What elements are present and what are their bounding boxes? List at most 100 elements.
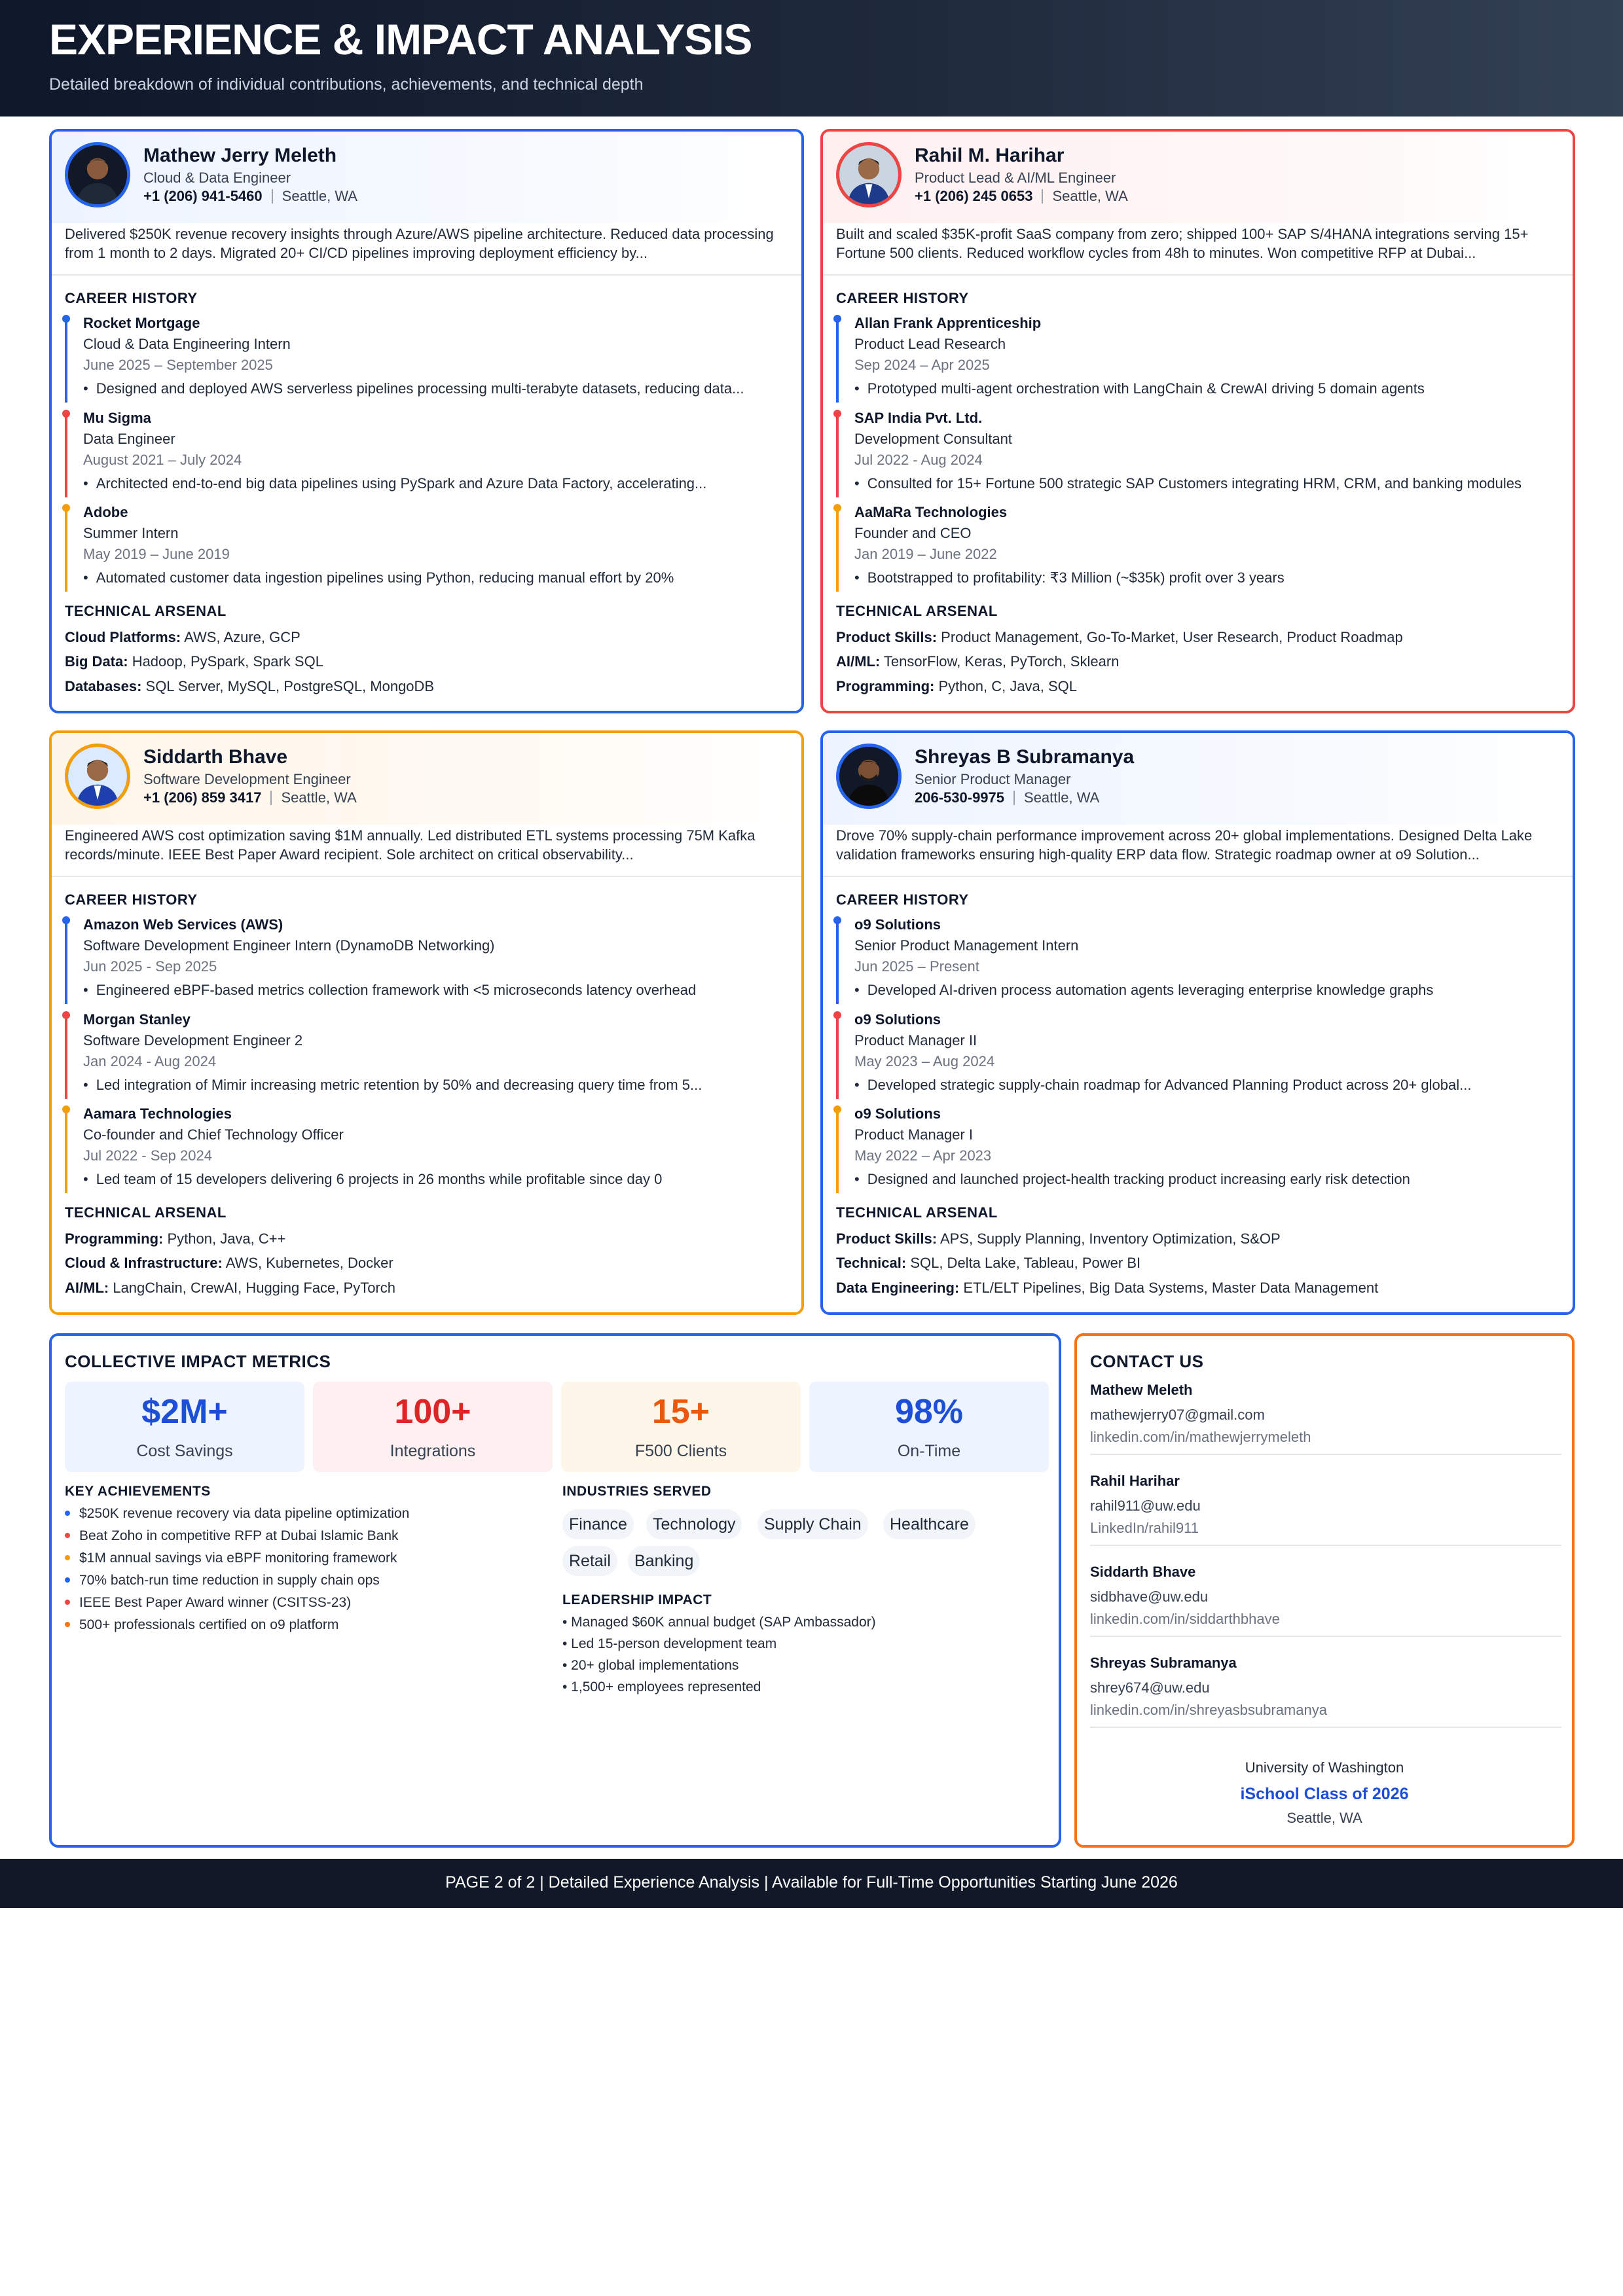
metric-label: F500 Clients (634, 1442, 727, 1460)
job-company: Aamara Technologies (83, 1105, 232, 1122)
skill-row: Cloud Platforms: AWS, Azure, GCP (65, 629, 301, 646)
skill-value: Hadoop, PySpark, Spark SQL (132, 653, 323, 670)
leadership-item: • 20+ global implementations (562, 1658, 739, 1673)
skill-label: Technical: (836, 1255, 907, 1271)
job-entry: AaMaRa Technologies Founder and CEO Jan 20… (833, 504, 1563, 596)
skill-row: Programming: Python, Java, C++ (65, 1230, 285, 1247)
skill-label: Databases: (65, 678, 142, 694)
profile-card: Mathew Jerry Meleth Cloud & Data Enginee… (49, 129, 804, 713)
skill-label: Product Skills: (836, 629, 938, 645)
footer-text: PAGE 2 of 2 | Detailed Experience Analys… (445, 1873, 1178, 1892)
job-dates: May 2022 – Apr 2023 (854, 1147, 992, 1164)
contact-email[interactable]: mathewjerry07@gmail.com (1090, 1407, 1265, 1424)
job-title: Software Development Engineer Intern (Dy… (83, 937, 495, 954)
achievement-text: 70% batch-run time reduction in supply c… (79, 1573, 380, 1588)
job-company: Adobe (83, 504, 128, 520)
job-bullet: Developed strategic supply-chain roadmap… (854, 1077, 1561, 1094)
career-history-heading: CAREER HISTORY (65, 891, 198, 908)
job-company: Amazon Web Services (AWS) (83, 916, 283, 933)
divider (1090, 1727, 1561, 1728)
profile-role: Software Development Engineer (143, 771, 351, 787)
skill-row: Product Skills: APS, Supply Planning, In… (836, 1230, 1281, 1247)
university-name: University of Washington (1245, 1759, 1404, 1776)
page-header: EXPERIENCE & IMPACT ANALYSIS Detailed br… (0, 0, 1623, 117)
contact-linkedin[interactable]: linkedin.com/in/siddarthbhave (1090, 1611, 1280, 1628)
contact-linkedin[interactable]: linkedin.com/in/shreyasbsubramanya (1090, 1702, 1327, 1719)
achievement-text: 500+ professionals certified on o9 platf… (79, 1617, 339, 1632)
contact-panel: CONTACT US Mathew Meleth mathewjerry07@gm… (1074, 1333, 1575, 1848)
metric-value: 98% (894, 1393, 964, 1431)
skill-label: Big Data: (65, 653, 128, 670)
leadership-item: • Managed $60K annual budget (SAP Ambass… (562, 1615, 876, 1630)
contact-linkedin[interactable]: linkedin.com/in/mathewjerrymeleth (1090, 1429, 1311, 1446)
profile-card: Rahil M. Harihar Product Lead & AI/ML En… (820, 129, 1575, 713)
job-entry: Allan Frank Apprenticeship Product Lead R… (833, 315, 1563, 406)
key-achievements-heading: KEY ACHIEVEMENTS (65, 1484, 211, 1499)
industry-chip: Technology (646, 1509, 742, 1539)
skill-label: Data Engineering: (836, 1280, 960, 1296)
divider (823, 876, 1573, 877)
contact-email[interactable]: shrey674@uw.edu (1090, 1679, 1210, 1696)
skill-label: Programming: (65, 1230, 164, 1247)
skill-label: AI/ML: (65, 1280, 109, 1296)
career-history-heading: CAREER HISTORY (65, 290, 198, 306)
achievement-item: $250K revenue recovery via data pipeline… (65, 1506, 409, 1522)
metric-card: 15+ F500 Clients (561, 1382, 801, 1472)
skill-row: Product Skills: Product Management, Go-T… (836, 629, 1403, 646)
job-bullet: Consulted for 15+ Fortune 500 strategic … (854, 475, 1561, 492)
job-bullet: Engineered eBPF-based metrics collection… (83, 982, 790, 999)
industry-chip: Finance (562, 1509, 634, 1539)
skill-value: ETL/ELT Pipelines, Big Data Systems, Mas… (963, 1280, 1379, 1296)
job-company: Mu Sigma (83, 410, 151, 426)
avatar (836, 744, 902, 809)
skill-label: AI/ML: (836, 653, 881, 670)
industry-chip: Healthcare (883, 1509, 976, 1539)
separator (271, 189, 273, 204)
job-entry: Mu Sigma Data Engineer August 2021 – July … (62, 410, 792, 501)
job-title: Founder and CEO (854, 525, 972, 541)
contact-linkedin[interactable]: LinkedIn/rahil911 (1090, 1520, 1199, 1537)
metric-card: 98% On-Time (809, 1382, 1049, 1472)
job-dates: Jan 2019 – June 2022 (854, 546, 997, 562)
skill-label: Programming: (836, 678, 935, 694)
profile-role: Senior Product Manager (915, 771, 1071, 787)
job-title: Cloud & Data Engineering Intern (83, 336, 291, 352)
job-dates: Jan 2024 - Aug 2024 (83, 1053, 217, 1069)
achievement-text: Beat Zoho in competitive RFP at Dubai Is… (79, 1528, 399, 1543)
job-title: Product Lead Research (854, 336, 1006, 352)
achievement-item: Beat Zoho in competitive RFP at Dubai Is… (65, 1528, 399, 1544)
separator (270, 791, 272, 805)
industry-chip: Retail (562, 1546, 617, 1576)
contact-email[interactable]: rahil911@uw.edu (1090, 1498, 1201, 1515)
avatar (65, 142, 130, 207)
job-company: Rocket Mortgage (83, 315, 200, 331)
job-entry: o9 Solutions Product Manager II May 2023 –… (833, 1011, 1563, 1103)
job-company: SAP India Pvt. Ltd. (854, 410, 983, 426)
contact-email[interactable]: sidbhave@uw.edu (1090, 1588, 1208, 1605)
skill-value: AWS, Kubernetes, Docker (225, 1255, 393, 1271)
metric-card: $2M+ Cost Savings (65, 1382, 304, 1472)
skill-row: AI/ML: LangChain, CrewAI, Hugging Face, … (65, 1280, 395, 1297)
job-title: Software Development Engineer 2 (83, 1032, 303, 1049)
contact-heading: CONTACT US (1090, 1352, 1204, 1371)
skill-value: LangChain, CrewAI, Hugging Face, PyTorch (113, 1280, 395, 1296)
bullet-dot (65, 1622, 70, 1627)
avatar (836, 142, 902, 207)
industry-chip: Supply Chain (757, 1509, 868, 1539)
job-entry: o9 Solutions Senior Product Management In… (833, 916, 1563, 1008)
profile-phone: +1 (206) 245 0653 (915, 188, 1033, 204)
profile-name: Siddarth Bhave (143, 746, 288, 768)
job-dates: May 2023 – Aug 2024 (854, 1053, 995, 1069)
job-dates: Sep 2024 – Apr 2025 (854, 357, 990, 373)
job-title: Development Consultant (854, 431, 1012, 447)
metric-label: Cost Savings (136, 1442, 233, 1460)
leadership-item: • Led 15-person development team (562, 1636, 777, 1651)
industry-chip: Banking (628, 1546, 701, 1576)
job-company: AaMaRa Technologies (854, 504, 1008, 520)
divider (1090, 1454, 1561, 1455)
skill-value: AWS, Azure, GCP (184, 629, 301, 645)
achievement-item: IEEE Best Paper Award winner (CSITSS-23) (65, 1595, 351, 1611)
job-entry: Amazon Web Services (AWS) Software Develo… (62, 916, 792, 1008)
job-company: o9 Solutions (854, 1011, 941, 1028)
job-dates: June 2025 – September 2025 (83, 357, 273, 373)
